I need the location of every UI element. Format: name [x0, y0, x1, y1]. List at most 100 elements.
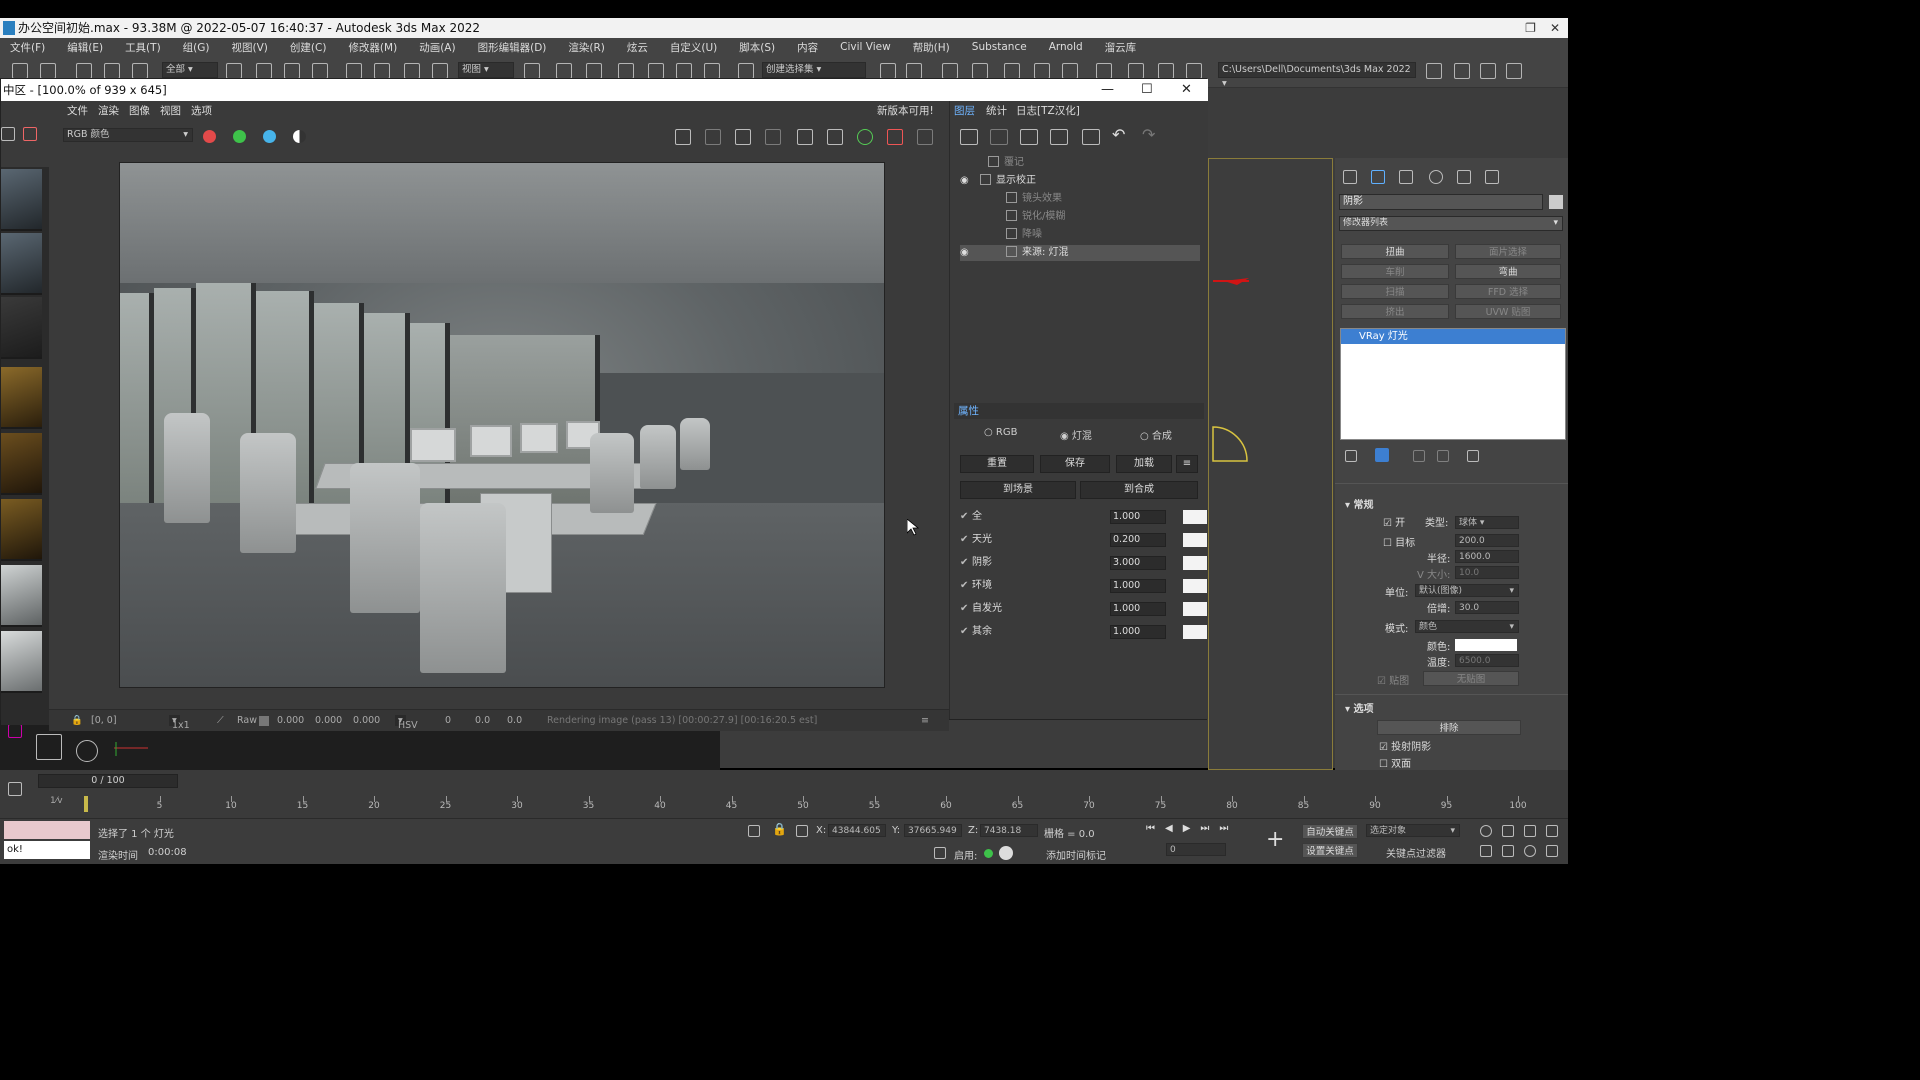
viewcube-icon[interactable]: [76, 740, 98, 762]
alpha-channel-icon[interactable]: [293, 130, 306, 143]
mirror-icon[interactable]: [880, 63, 896, 79]
render-production-icon[interactable]: [1186, 63, 1202, 79]
bind-spacewarp-icon[interactable]: [132, 63, 148, 79]
menu-graph-editors[interactable]: 图形编辑器(D): [478, 40, 547, 55]
ffd-select-modifier-button[interactable]: FFD 选择: [1455, 284, 1561, 299]
extrude-modifier-button[interactable]: 挤出: [1341, 304, 1449, 319]
cast-shadows-checkbox[interactable]: ☑ 投射阴影: [1379, 738, 1431, 753]
interactive-render-icon[interactable]: [827, 129, 843, 145]
history-thumbnail[interactable]: [1, 297, 42, 359]
maximize-icon[interactable]: ☐: [1141, 79, 1153, 101]
undo-icon[interactable]: ↶: [1112, 125, 1125, 144]
lock-icon[interactable]: 🔒: [71, 715, 83, 726]
motion-tab-icon[interactable]: [1429, 170, 1443, 184]
clear-image-icon[interactable]: [23, 127, 37, 141]
lightmix-value[interactable]: 1.000: [1110, 625, 1166, 639]
lightmix-checkbox[interactable]: ✔: [960, 507, 968, 527]
lightmix-value[interactable]: 1.000: [1110, 602, 1166, 616]
log-icon[interactable]: ≡: [921, 715, 929, 726]
zoom-all-icon[interactable]: [1502, 825, 1514, 837]
snap-toggle-icon[interactable]: [618, 63, 634, 79]
y-coordinate-field[interactable]: 37665.949: [904, 824, 962, 837]
patch-select-modifier-button[interactable]: 面片选择: [1455, 244, 1561, 259]
modifier-list-dropdown[interactable]: 修改器列表 ▾: [1339, 216, 1563, 231]
red-channel-icon[interactable]: [203, 130, 216, 143]
script-listener-icon[interactable]: [8, 724, 22, 738]
lightmix-value[interactable]: 1.000: [1110, 579, 1166, 593]
rendered-frame-window-icon[interactable]: [1158, 63, 1174, 79]
menu-animation[interactable]: 动画(A): [419, 40, 455, 55]
menu-xuanyun[interactable]: 炫云: [627, 40, 648, 55]
visibility-eye-icon[interactable]: ◉: [960, 173, 969, 189]
current-frame-field[interactable]: 0: [1166, 843, 1226, 856]
color-space-dropdown[interactable]: HSV ▾: [395, 715, 418, 731]
schematic-view-icon[interactable]: [1062, 63, 1078, 79]
snapshot-icon[interactable]: [8, 782, 22, 796]
save-all-icon[interactable]: [705, 129, 721, 145]
ribbon-icon[interactable]: [1004, 63, 1020, 79]
lightmix-value[interactable]: 0.200: [1110, 533, 1166, 547]
lightmix-menu-icon[interactable]: ≡: [1176, 455, 1198, 473]
light-type-dropdown[interactable]: 球体 ▾: [1455, 516, 1519, 529]
hierarchy-tab-icon[interactable]: [1399, 170, 1413, 184]
select-by-name-icon[interactable]: [256, 63, 272, 79]
zoom-icon[interactable]: [1480, 825, 1492, 837]
menu-arnold[interactable]: Arnold: [1049, 41, 1083, 53]
menu-liuyunku[interactable]: 溜云库: [1105, 40, 1137, 55]
z-coordinate-field[interactable]: 7438.18: [980, 824, 1038, 837]
menu-modifiers[interactable]: 修改器(M): [348, 40, 397, 55]
menu-file[interactable]: 文件(F): [10, 40, 45, 55]
create-project-icon[interactable]: [1480, 63, 1496, 79]
project-folder-icon[interactable]: [1426, 63, 1442, 79]
channel-dropdown[interactable]: RGB 颜色 ▾: [63, 128, 193, 142]
rect-selection-icon[interactable]: [284, 63, 300, 79]
reference-coordinate-dropdown[interactable]: 视图 ▾: [458, 62, 514, 78]
placement-icon[interactable]: [432, 63, 448, 79]
key-filters-button[interactable]: 关键点过滤器: [1386, 845, 1446, 860]
menu-rendering[interactable]: 渲染(R): [568, 40, 605, 55]
spinner-snap-icon[interactable]: [704, 63, 720, 79]
create-layer-icon[interactable]: [960, 129, 978, 145]
tab-log[interactable]: 日志[TZ汉化]: [1016, 103, 1080, 118]
select-object-icon[interactable]: [226, 63, 242, 79]
vfb-menu-view[interactable]: 视图: [160, 103, 181, 118]
radio-rgb[interactable]: ○ RGB: [984, 427, 1017, 438]
tab-layers[interactable]: 图层: [954, 103, 975, 118]
maximize-viewport-icon[interactable]: [1546, 845, 1558, 857]
render-last-icon[interactable]: [917, 129, 933, 145]
track-mouse-icon[interactable]: [765, 129, 781, 145]
history-thumbnail[interactable]: [1, 169, 42, 231]
x-coordinate-field[interactable]: 43844.605: [828, 824, 886, 837]
render-setup-icon[interactable]: [1128, 63, 1144, 79]
double-sided-checkbox[interactable]: ☐ 双面: [1379, 755, 1411, 770]
align-icon[interactable]: [906, 63, 922, 79]
lightmix-color-swatch[interactable]: [1183, 533, 1207, 547]
vfb-menu-file[interactable]: 文件: [67, 103, 88, 118]
history-thumbnail[interactable]: [1, 565, 42, 627]
absolute-mode-icon[interactable]: [796, 825, 808, 837]
key-filter-dropdown[interactable]: 选定对象 ▾: [1366, 824, 1460, 837]
visibility-eye-icon[interactable]: ◉: [960, 245, 969, 261]
create-tab-icon[interactable]: [1343, 170, 1357, 184]
layer-explorer-icon[interactable]: [972, 63, 988, 79]
time-slider[interactable]: 0 / 100: [38, 774, 178, 788]
playback-controls[interactable]: ⏮◀▶⏭⏭: [1146, 823, 1238, 834]
redo-icon[interactable]: ↷: [1142, 125, 1155, 144]
color-picker-icon[interactable]: ⟋: [217, 715, 224, 726]
project-path-dropdown[interactable]: C:\Users\Dell\Documents\3ds Max 2022 ▾: [1218, 62, 1416, 89]
move-icon[interactable]: [346, 63, 362, 79]
load-layers-icon[interactable]: [1050, 129, 1068, 145]
maxscript-mini-listener[interactable]: [4, 821, 90, 839]
lightmix-value[interactable]: 1.000: [1110, 510, 1166, 524]
lightmix-checkbox[interactable]: ✔: [960, 599, 968, 619]
close-icon[interactable]: ✕: [1181, 79, 1192, 101]
save-layers-icon[interactable]: [1020, 129, 1038, 145]
render-image[interactable]: [119, 162, 885, 688]
menu-group[interactable]: 组(G): [183, 40, 210, 55]
update-available-notice[interactable]: 新版本可用!: [877, 103, 934, 118]
named-selection-set-dropdown[interactable]: 创建选择集 ▾: [762, 62, 866, 78]
options-rollout-title[interactable]: ▾ 选项: [1345, 700, 1374, 715]
lightmix-value[interactable]: 3.000: [1110, 556, 1166, 570]
history-thumbnail[interactable]: [1, 367, 42, 429]
history-thumbnail[interactable]: [1, 631, 42, 693]
